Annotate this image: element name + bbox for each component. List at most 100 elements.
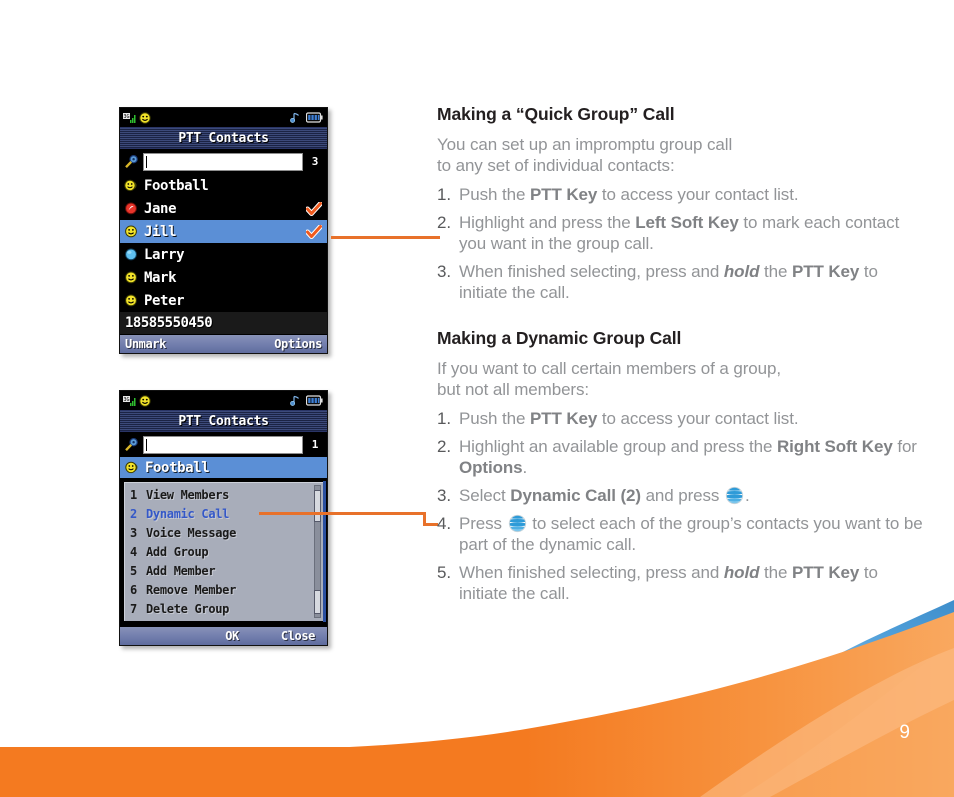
phone-screen-contacts: 3G PTT Contacts 3 Football Jane Jill Lar… [119, 107, 328, 354]
text-caret [146, 155, 147, 168]
phone-number-row: 18585550450 [120, 312, 327, 334]
list-item-selected[interactable]: Jill [120, 220, 327, 243]
intro-line-1: You can set up an impromptu group call [437, 135, 733, 154]
list-item[interactable]: Larry [120, 243, 327, 266]
instructions-column: Making a “Quick Group” Call You can set … [437, 104, 923, 611]
section-intro-dynamic-group: If you want to call certain members of a… [437, 358, 923, 400]
step-number: 1. [437, 408, 451, 428]
menu-item-number: 2 [130, 506, 138, 521]
screen-title-bar: PTT Contacts [120, 410, 327, 432]
intro-line-2: to any set of individual contacts: [437, 156, 675, 176]
group-smiley-icon [124, 179, 137, 192]
contact-name: Football [144, 177, 209, 194]
intro-line-2: but not all members: [437, 379, 590, 399]
search-input[interactable] [143, 152, 303, 171]
options-menu-container: 1 View Members 2 Dynamic Call 3 Voice Me… [120, 478, 327, 626]
right-soft-key[interactable]: Options [274, 337, 322, 351]
list-item[interactable]: Peter [120, 289, 327, 312]
music-note-icon [290, 395, 299, 406]
offline-presence-icon [125, 248, 137, 261]
3g-signal-icon: 3G [123, 112, 136, 123]
step-number: 3. [437, 262, 451, 282]
screen-title-bar: PTT Contacts [120, 127, 327, 149]
checkmark-icon [306, 224, 322, 239]
menu-item-remove-member[interactable]: 6 Remove Member [124, 580, 323, 599]
step-number: 5. [437, 563, 451, 583]
menu-item-number: 4 [130, 544, 138, 559]
right-soft-key[interactable]: Close [281, 629, 316, 643]
step-item: 2. Highlight and press the Left Soft Key… [437, 212, 923, 254]
menu-item-view-members[interactable]: 1 View Members [124, 485, 323, 504]
left-soft-key[interactable]: Unmark [125, 337, 166, 351]
checkmark-icon [306, 201, 322, 216]
menu-item-label: Add Member [146, 563, 216, 578]
contact-name: Mark [144, 269, 177, 286]
menu-item-add-member[interactable]: 5 Add Member [124, 561, 323, 580]
screen-title: PTT Contacts [178, 130, 269, 146]
menu-item-voice-message[interactable]: 3 Voice Message [124, 523, 323, 542]
menu-scrollbar-thumb-lower[interactable] [314, 590, 321, 614]
smiley-icon [139, 111, 151, 124]
svg-text:3G: 3G [124, 397, 130, 403]
left-soft-key[interactable]: OK [225, 629, 239, 643]
section-heading-dynamic-group: Making a Dynamic Group Call [437, 327, 682, 348]
phone-number: 18585550450 [125, 315, 213, 331]
contact-name: Jill [144, 223, 177, 240]
status-bar: 3G [120, 391, 327, 410]
menu-item-number: 1 [130, 487, 138, 502]
step-text: Push the PTT Key to access your contact … [459, 185, 799, 205]
menu-item-number: 7 [130, 601, 138, 616]
menu-scrollbar-thumb[interactable] [314, 490, 321, 522]
step-number: 2. [437, 436, 451, 456]
marked-count: 3 [311, 155, 319, 168]
contact-name: Jane [144, 200, 177, 217]
list-item[interactable]: Mark [120, 266, 327, 289]
contact-search-row[interactable]: 3 [120, 149, 327, 174]
step-text: Highlight an available group and press t… [459, 436, 917, 477]
menu-item-label: View Members [146, 487, 230, 502]
group-list-item-selected[interactable]: Football [120, 457, 327, 478]
text-caret [146, 438, 147, 451]
3g-signal-icon: 3G [123, 395, 136, 406]
step-item: 2. Highlight an available group and pres… [437, 436, 923, 478]
step-number: 1. [437, 185, 451, 205]
step-number: 3. [437, 485, 451, 505]
page-number: 9 [899, 722, 910, 743]
step-item: 1. Push the PTT Key to access your conta… [437, 184, 923, 205]
search-input[interactable] [143, 435, 303, 454]
smiley-icon [139, 394, 151, 407]
step-text: Push the PTT Key to access your contact … [459, 408, 799, 428]
soft-key-bar: OK Close [120, 626, 327, 645]
step-text: Select Dynamic Call (2) and press . [459, 485, 750, 505]
step-item: 3. When finished selecting, press and ho… [437, 261, 923, 303]
callout-line-1 [331, 236, 440, 239]
list-item[interactable]: Football [120, 174, 327, 197]
menu-item-label: Dynamic Call [146, 506, 230, 521]
menu-item-number: 3 [130, 525, 138, 540]
options-menu[interactable]: 1 View Members 2 Dynamic Call 3 Voice Me… [123, 481, 326, 622]
smiley-presence-icon [125, 271, 137, 284]
att-globe-icon [508, 514, 526, 533]
music-note-icon [290, 112, 299, 123]
list-item[interactable]: Jane [120, 197, 327, 220]
group-name: Football [145, 459, 210, 476]
intro-line-1: If you want to call certain members of a… [437, 358, 781, 378]
smiley-presence-icon [125, 294, 137, 307]
contact-list[interactable]: Football Jane Jill Larry Mark Peter [120, 174, 327, 312]
contact-search-row[interactable]: 1 [120, 432, 327, 457]
step-item: 1. Push the PTT Key to access your conta… [437, 408, 923, 429]
att-globe-icon [725, 486, 744, 505]
search-magnifier-icon [125, 437, 138, 452]
menu-item-number: 5 [130, 563, 138, 578]
section-heading-quick-group: Making a “Quick Group” Call [437, 104, 675, 124]
menu-item-label: Voice Message [146, 525, 237, 540]
contact-name: Peter [144, 292, 185, 309]
callout-line-2-tail [423, 523, 438, 526]
section-intro-quick-group: You can set up an impromptu group call t… [437, 134, 923, 176]
menu-item-label: Remove Member [146, 582, 237, 597]
menu-item-delete-group[interactable]: 7 Delete Group [124, 599, 323, 618]
menu-item-add-group[interactable]: 4 Add Group [124, 542, 323, 561]
screen-title: PTT Contacts [178, 413, 269, 429]
battery-icon [306, 112, 323, 123]
search-magnifier-icon [125, 154, 138, 169]
